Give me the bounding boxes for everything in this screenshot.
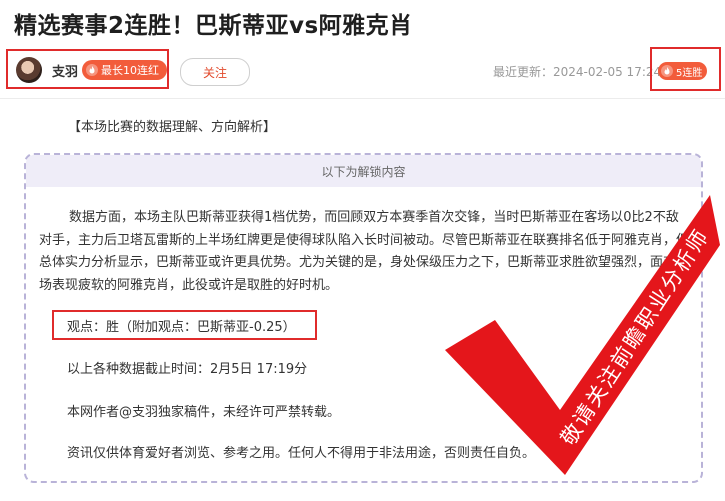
analysis-paragraph: 数据方面，本场主队巴斯蒂亚获得1档优势，而回顾双方本赛季首次交锋，当时巴斯蒂亚在… (39, 210, 690, 293)
disclaimer-text: 资讯仅供体育爱好者浏览、参考之用。任何人不得用于非法用途，否则责任自负。 (67, 446, 536, 461)
current-streak-badge: 5连胜 (658, 62, 708, 80)
avatar[interactable] (16, 57, 42, 83)
page-title: 精选赛事2连胜！巴斯蒂亚vs阿雅克肖 (14, 13, 413, 39)
flame-icon (86, 64, 98, 76)
max-streak-label: 最长10连红 (101, 64, 159, 77)
section-heading: 【本场比赛的数据理解、方向解析】 (68, 120, 277, 135)
follow-button[interactable]: 关注 (180, 58, 250, 86)
last-updated: 最近更新：2024-02-05 17:24 (493, 65, 662, 79)
unlock-header: 以下为解锁内容 (26, 155, 701, 187)
copyright-text: 本网作者@支羽独家稿件，未经许可严禁转载。 (67, 405, 341, 420)
opinion-text: 观点：胜（附加观点：巴斯蒂亚-0.25） (67, 320, 296, 335)
header-divider (0, 98, 725, 99)
max-streak-badge: 最长10连红 (82, 60, 167, 80)
data-cutoff-text: 以上各种数据截止时间：2月5日 17:19分 (67, 362, 308, 377)
flame-icon (661, 65, 673, 77)
current-streak-label: 5连胜 (676, 67, 703, 79)
author-name[interactable]: 支羽 (52, 61, 78, 80)
